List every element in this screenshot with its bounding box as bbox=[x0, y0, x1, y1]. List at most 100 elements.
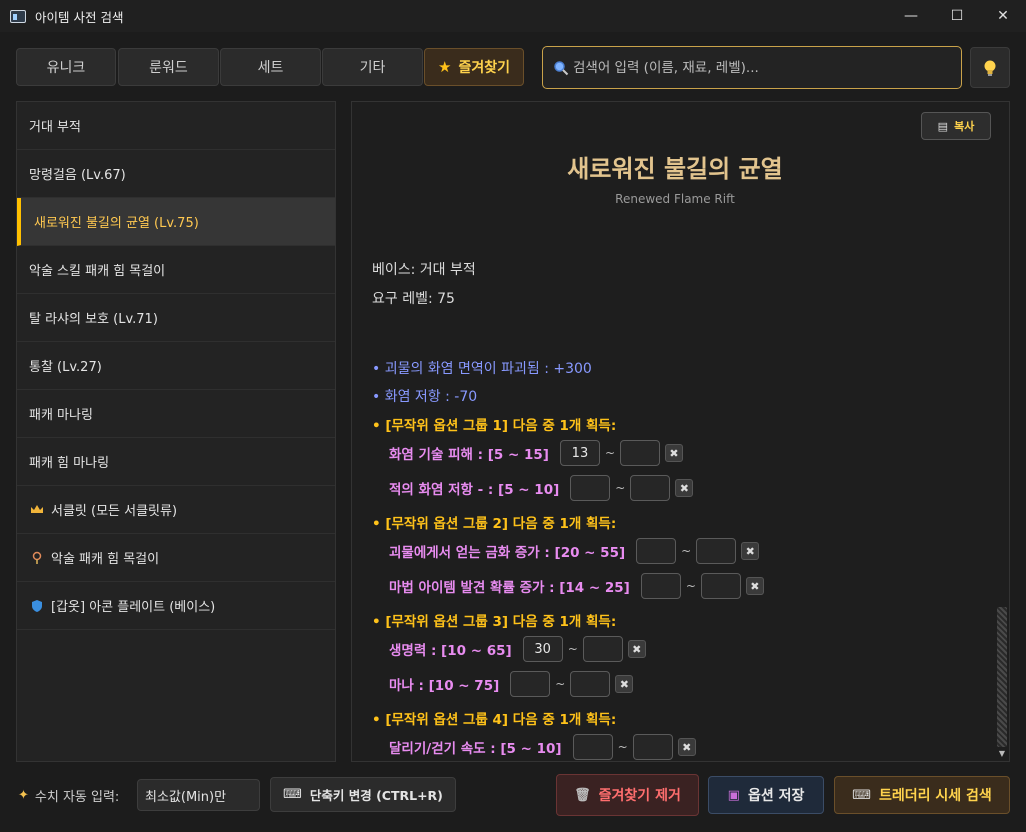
item-title: 새로워진 불길의 균열 bbox=[567, 155, 783, 183]
search-input[interactable] bbox=[573, 59, 953, 76]
clear-icon[interactable]: ✖ bbox=[627, 640, 646, 658]
option-min-input[interactable] bbox=[510, 671, 551, 697]
list-item-label: 새로워진 불길의 균열 (Lv.75) bbox=[34, 216, 199, 231]
tab-favorites[interactable]: ★ 즐겨찾기 bbox=[424, 48, 524, 86]
option-max-input[interactable] bbox=[630, 475, 671, 501]
tab-label: 즐겨찾기 bbox=[458, 60, 510, 76]
option-min-input[interactable] bbox=[636, 538, 677, 564]
copy-label: 복사 bbox=[954, 120, 975, 133]
list-item-label: 패캐 힘 마나링 bbox=[29, 456, 110, 471]
list-item-label: 거대 부적 bbox=[29, 120, 81, 135]
maximize-button[interactable]: ☐ bbox=[934, 0, 980, 32]
list-item-label: [갑옷] 아콘 플레이트 (베이스) bbox=[51, 600, 216, 615]
range-separator: ~ bbox=[617, 740, 628, 754]
clear-icon[interactable]: ✖ bbox=[615, 675, 634, 693]
save-options-button[interactable]: ▣ 옵션 저장 bbox=[708, 776, 824, 814]
option-max-input[interactable] bbox=[582, 636, 623, 662]
scroll-down-arrow-icon[interactable]: ▼ bbox=[997, 749, 1007, 759]
clipboard-icon: ▤ bbox=[937, 119, 949, 133]
list-item-label: 서클릿 (모든 서클릿류) bbox=[51, 504, 178, 519]
tab-label: 세트 bbox=[257, 60, 284, 76]
option-max-input[interactable] bbox=[620, 440, 661, 466]
tab-runeword[interactable]: 룬워드 bbox=[118, 48, 219, 86]
clear-icon[interactable]: ✖ bbox=[665, 444, 684, 462]
option-max-input[interactable] bbox=[632, 734, 673, 760]
remove-favorite-button[interactable]: 🗑 즐겨찾기 제거 bbox=[556, 774, 699, 816]
tab-label: 룬워드 bbox=[149, 60, 188, 76]
list-item-selected[interactable]: 새로워진 불길의 균열 (Lv.75) bbox=[17, 198, 335, 246]
clear-icon[interactable]: ✖ bbox=[745, 577, 764, 595]
option-row: 달리기/걷기 속도 : [5 ~ 10] ~ ✖ bbox=[389, 734, 696, 760]
option-label: 달리기/걷기 속도 : [5 ~ 10] bbox=[389, 741, 562, 757]
option-max-input[interactable] bbox=[570, 671, 611, 697]
option-min-input[interactable] bbox=[572, 734, 613, 760]
list-item[interactable]: 악술 패캐 힘 목걸이 bbox=[17, 534, 335, 582]
option-min-input[interactable] bbox=[570, 475, 611, 501]
list-item[interactable]: [갑옷] 아콘 플레이트 (베이스) bbox=[17, 582, 335, 630]
option-row: 마법 아이템 발견 확률 증가 : [14 ~ 25] ~ ✖ bbox=[389, 573, 764, 599]
list-item[interactable]: 패캐 마나링 bbox=[17, 390, 335, 438]
list-item[interactable]: 망령걸음 (Lv.67) bbox=[17, 150, 335, 198]
range-separator: ~ bbox=[604, 446, 616, 460]
option-max-input[interactable] bbox=[700, 573, 741, 599]
range-separator: ~ bbox=[567, 642, 578, 656]
scrollbar-thumb[interactable] bbox=[997, 607, 1007, 747]
option-label: 적의 화염 저항 - : [5 ~ 10] bbox=[389, 482, 560, 498]
remove-favorite-label: 즐겨찾기 제거 bbox=[598, 788, 681, 804]
trash-icon: 🗑 bbox=[574, 787, 591, 803]
search-icon bbox=[551, 58, 571, 78]
close-button[interactable]: ✕ bbox=[980, 0, 1026, 32]
option-min-input[interactable] bbox=[640, 573, 681, 599]
shortcut-label: 단축키 변경 (CTRL+R) bbox=[309, 788, 443, 803]
list-item-label: 망령걸음 (Lv.67) bbox=[29, 168, 126, 183]
search-box[interactable] bbox=[542, 46, 962, 89]
fixed-mod: • 괴물의 화염 면역이 파괴됨 : +300 bbox=[372, 361, 592, 377]
option-row: 마나 : [10 ~ 75] ~ ✖ bbox=[389, 671, 634, 697]
option-row: 적의 화염 저항 - : [5 ~ 10] ~ ✖ bbox=[389, 475, 694, 501]
tab-etc[interactable]: 기타 bbox=[322, 48, 423, 86]
option-group-header: • [무작위 옵션 그룹 3] 다음 중 1개 획득: bbox=[372, 614, 617, 630]
list-item-label: 패캐 마나링 bbox=[29, 408, 93, 423]
minimize-button[interactable]: — bbox=[888, 0, 934, 32]
tab-unique[interactable]: 유니크 bbox=[16, 48, 116, 86]
auto-input-label-text: 수치 자동 입력: bbox=[34, 790, 120, 805]
clear-icon[interactable]: ✖ bbox=[741, 542, 760, 560]
list-item[interactable]: 악술 스킬 패캐 힘 목걸이 bbox=[17, 246, 335, 294]
copy-button[interactable]: ▤ 복사 bbox=[921, 112, 991, 140]
trade-search-button[interactable]: ⌨ 트레더리 시세 검색 bbox=[834, 776, 1010, 814]
shield-icon bbox=[29, 599, 45, 613]
keyboard-icon: ⌨ bbox=[852, 787, 871, 803]
range-separator: ~ bbox=[681, 544, 692, 558]
list-item[interactable]: 통찰 (Lv.27) bbox=[17, 342, 335, 390]
lightbulb-icon bbox=[984, 60, 996, 76]
list-item[interactable]: 거대 부적 bbox=[17, 102, 335, 150]
list-item-label: 통찰 (Lv.27) bbox=[29, 360, 102, 375]
option-label: 생명력 : [10 ~ 65] bbox=[389, 643, 512, 659]
title-bar: 아이템 사전 검색 — ☐ ✕ bbox=[0, 0, 1026, 32]
range-separator: ~ bbox=[615, 481, 626, 495]
list-item-label: 탈 라샤의 보호 (Lv.71) bbox=[29, 312, 158, 327]
option-row: 괴물에게서 얻는 금화 증가 : [20 ~ 55] ~ ✖ bbox=[389, 538, 760, 564]
lightbulb-button[interactable] bbox=[970, 47, 1010, 88]
tab-label: 유니크 bbox=[46, 60, 86, 76]
option-max-input[interactable] bbox=[696, 538, 737, 564]
star-icon: ★ bbox=[438, 58, 452, 76]
list-item[interactable]: 서클릿 (모든 서클릿류) bbox=[17, 486, 335, 534]
auto-input-select[interactable]: 최소값(Min)만 bbox=[137, 779, 260, 811]
magic-wand-icon: ✦ bbox=[18, 788, 29, 803]
list-item[interactable]: 패캐 힘 마나링 bbox=[17, 438, 335, 486]
amulet-icon bbox=[29, 551, 45, 565]
clear-icon[interactable]: ✖ bbox=[675, 479, 694, 497]
option-min-input[interactable]: 13 bbox=[559, 440, 600, 466]
item-base: 베이스: 거대 부적 bbox=[372, 262, 476, 278]
option-group-header: • [무작위 옵션 그룹 1] 다음 중 1개 획득: bbox=[372, 418, 617, 434]
shortcut-button[interactable]: ⌨ 단축키 변경 (CTRL+R) bbox=[270, 777, 456, 812]
option-row: 화염 기술 피해 : [5 ~ 15] 13 ~ ✖ bbox=[389, 440, 684, 466]
app-icon bbox=[10, 9, 26, 23]
option-label: 마나 : [10 ~ 75] bbox=[389, 678, 500, 694]
option-min-input[interactable]: 30 bbox=[522, 636, 563, 662]
list-item[interactable]: 탈 라샤의 보호 (Lv.71) bbox=[17, 294, 335, 342]
window-title: 아이템 사전 검색 bbox=[35, 9, 124, 25]
clear-icon[interactable]: ✖ bbox=[677, 738, 696, 756]
tab-set[interactable]: 세트 bbox=[220, 48, 321, 86]
